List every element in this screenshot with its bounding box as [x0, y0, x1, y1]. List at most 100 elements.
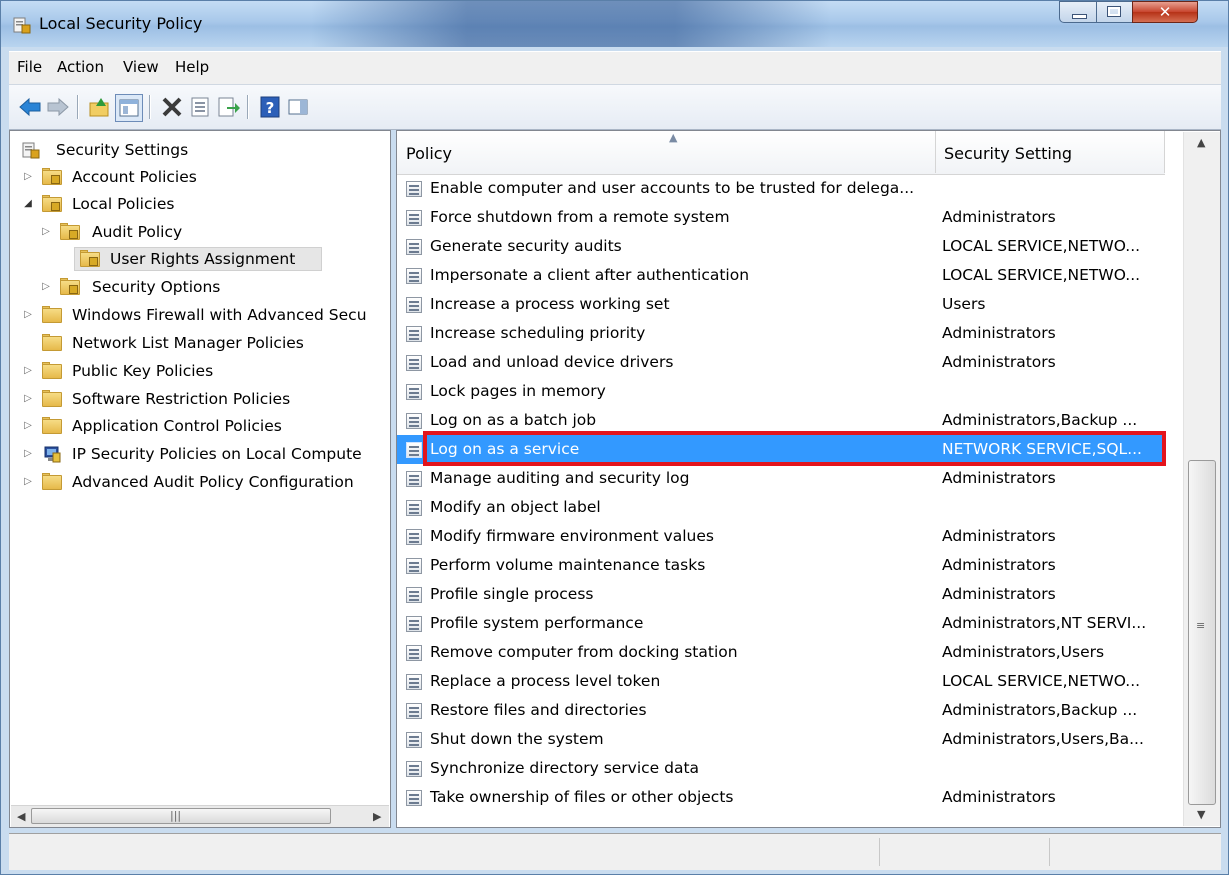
title-bar[interactable]: Local Security Policy ✕: [1, 1, 1228, 47]
forward-arrow-icon[interactable]: [45, 94, 71, 120]
locked-folder-icon: [60, 223, 80, 240]
tree-item-network-list-manager[interactable]: Network List Manager Policies: [22, 330, 382, 356]
folder-icon: [42, 334, 62, 351]
list-row[interactable]: Increase scheduling priority Administrato…: [397, 319, 1165, 348]
list-row[interactable]: Profile system performance Administrators…: [397, 609, 1165, 638]
delete-icon[interactable]: [159, 94, 185, 120]
list-row[interactable]: Impersonate a client after authenticatio…: [397, 261, 1165, 290]
properties-icon[interactable]: [187, 94, 213, 120]
expand-icon[interactable]: ▷: [22, 386, 34, 412]
policy-name: Take ownership of files or other objects: [430, 788, 734, 806]
column-divider[interactable]: [1164, 131, 1165, 173]
tree-item-account-policies[interactable]: ▷ Account Policies: [22, 164, 382, 190]
scroll-up-icon[interactable]: ▲: [1197, 136, 1205, 149]
scrollbar-thumb[interactable]: ≡: [1188, 460, 1216, 805]
locked-folder-icon: [42, 195, 62, 212]
menu-file[interactable]: File: [17, 58, 42, 76]
list-row[interactable]: Increase a process working set Users: [397, 290, 1165, 319]
help-icon[interactable]: ?: [257, 94, 283, 120]
list-row[interactable]: Manage auditing and security log Administ…: [397, 464, 1165, 493]
up-folder-icon[interactable]: [87, 94, 113, 120]
list-row[interactable]: Profile single process Administrators: [397, 580, 1165, 609]
policy-name: Profile single process: [430, 585, 594, 603]
menu-view[interactable]: View: [123, 58, 159, 76]
tree-item-public-key-policies[interactable]: ▷ Public Key Policies: [22, 358, 382, 384]
list-row[interactable]: Load and unload device drivers Administra…: [397, 348, 1165, 377]
policy-name: Load and unload device drivers: [430, 353, 674, 371]
column-header-policy[interactable]: Policy: [406, 144, 452, 163]
tree-item-user-rights-assignment[interactable]: User Rights Assignment: [22, 246, 382, 272]
expand-icon[interactable]: ▷: [22, 469, 34, 495]
list-row[interactable]: Synchronize directory service data: [397, 754, 1165, 783]
list-row[interactable]: Perform volume maintenance tasks Administ…: [397, 551, 1165, 580]
tree-item-advanced-audit[interactable]: ▷ Advanced Audit Policy Configuration: [22, 469, 390, 495]
list-row[interactable]: Enable computer and user accounts to be …: [397, 174, 1165, 203]
scroll-down-icon[interactable]: ▼: [1197, 808, 1205, 821]
tree-item-application-control[interactable]: ▷ Application Control Policies: [22, 413, 382, 439]
list-row[interactable]: Log on as a batch job Administrators,Back…: [397, 406, 1165, 435]
list-row[interactable]: Force shutdown from a remote system Admin…: [397, 203, 1165, 232]
list-row[interactable]: Restore files and directories Administrat…: [397, 696, 1165, 725]
menu-help[interactable]: Help: [175, 58, 209, 76]
policy-setting: Administrators: [942, 353, 1056, 371]
list-row[interactable]: Replace a process level token LOCAL SERVI…: [397, 667, 1165, 696]
scrollbar-thumb[interactable]: |||: [31, 808, 331, 824]
policy-name: Increase scheduling priority: [430, 324, 646, 342]
column-header-security-setting[interactable]: Security Setting: [944, 144, 1072, 163]
status-divider: [879, 838, 880, 866]
collapse-icon[interactable]: ◢: [22, 191, 34, 217]
maximize-icon: [1107, 6, 1121, 17]
tree-item-ip-security[interactable]: ▷ IP Security Policies on Local Compute: [22, 441, 390, 467]
list-vertical-scrollbar[interactable]: ▲ ≡ ▼: [1183, 132, 1220, 826]
tree-item-audit-policy[interactable]: ▷ Audit Policy: [22, 219, 382, 245]
policy-icon: [406, 529, 422, 545]
scroll-left-icon[interactable]: ◀: [17, 810, 25, 823]
sort-ascending-icon: ▲: [669, 131, 678, 144]
list-row[interactable]: Remove computer from docking station Admi…: [397, 638, 1165, 667]
tree-item-windows-firewall[interactable]: ▷ Windows Firewall with Advanced Secu: [22, 302, 390, 328]
policy-icon: [406, 761, 422, 777]
list-row[interactable]: Lock pages in memory: [397, 377, 1165, 406]
policy-setting: LOCAL SERVICE,NETWO...: [942, 266, 1141, 284]
policy-name: Lock pages in memory: [430, 382, 606, 400]
list-row[interactable]: Generate security audits LOCAL SERVICE,NE…: [397, 232, 1165, 261]
folder-icon: [42, 473, 62, 490]
tree-item-label: Application Control Policies: [72, 417, 282, 435]
action-pane-icon[interactable]: [285, 94, 311, 120]
list-row[interactable]: Shut down the system Administrators,Users…: [397, 725, 1165, 754]
back-arrow-icon[interactable]: [17, 94, 43, 120]
maximize-button[interactable]: [1096, 1, 1133, 23]
close-button[interactable]: ✕: [1132, 1, 1198, 23]
expand-icon[interactable]: ▷: [22, 358, 34, 384]
policy-icon: [406, 645, 422, 661]
menu-action[interactable]: Action: [57, 58, 104, 76]
policy-setting: Administrators,Backup ...: [942, 701, 1138, 719]
policy-icon: [406, 210, 422, 226]
expand-icon[interactable]: ▷: [40, 274, 52, 300]
show-hide-console-tree-icon[interactable]: [115, 94, 143, 122]
policy-icon: [406, 500, 422, 516]
minimize-button[interactable]: [1059, 1, 1097, 23]
expand-icon[interactable]: ▷: [22, 441, 34, 467]
policy-name: Generate security audits: [430, 237, 622, 255]
expand-icon[interactable]: ▷: [40, 219, 52, 245]
list-row[interactable]: Modify an object label: [397, 493, 1165, 522]
export-list-icon[interactable]: [215, 94, 241, 120]
column-divider[interactable]: [935, 131, 936, 173]
tree-item-security-options[interactable]: ▷ Security Options: [22, 274, 382, 300]
tree-item-label: Windows Firewall with Advanced Secu: [72, 306, 367, 324]
locked-folder-icon: [60, 278, 80, 295]
scroll-right-icon[interactable]: ▶: [373, 810, 381, 823]
console-tree: Security Settings ▷ Account Policies ◢ L…: [9, 130, 391, 828]
list-row-selected[interactable]: Log on as a service NETWORK SERVICE,SQL..…: [397, 435, 1165, 464]
tree-item-software-restriction[interactable]: ▷ Software Restriction Policies: [22, 386, 382, 412]
tree-horizontal-scrollbar[interactable]: ◀ ||| ▶: [11, 805, 389, 827]
expand-icon[interactable]: ▷: [22, 164, 34, 190]
list-row[interactable]: Modify firmware environment values Admini…: [397, 522, 1165, 551]
tree-item-local-policies[interactable]: ◢ Local Policies: [22, 191, 382, 217]
policy-setting: Administrators: [942, 788, 1056, 806]
grip-icon: ≡: [1196, 619, 1206, 632]
expand-icon[interactable]: ▷: [22, 413, 34, 439]
list-row[interactable]: Take ownership of files or other objects…: [397, 783, 1165, 812]
expand-icon[interactable]: ▷: [22, 302, 34, 328]
